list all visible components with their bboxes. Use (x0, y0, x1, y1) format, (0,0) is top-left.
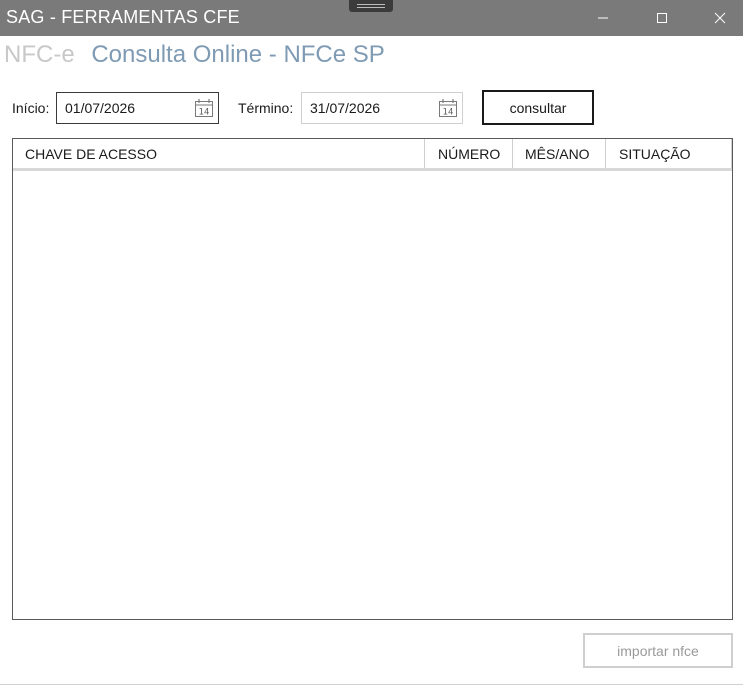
column-header-access-key[interactable]: CHAVE DE ACESSO (13, 139, 425, 168)
page-title: Consulta Online - NFCe SP (91, 41, 385, 68)
column-header-status[interactable]: SITUAÇÃO (606, 139, 732, 168)
title-bar[interactable]: SAG - FERRAMENTAS CFE (0, 0, 743, 36)
minimize-icon (598, 17, 608, 19)
end-date-value: 31/07/2026 (310, 100, 381, 116)
close-button[interactable] (697, 0, 743, 36)
end-date-picker[interactable]: 31/07/2026 14 (301, 92, 463, 124)
table-header: CHAVE DE ACESSO NÚMERO MÊS/ANO SITUAÇÃO (13, 139, 732, 171)
column-header-number[interactable]: NÚMERO (425, 139, 513, 168)
window-title: SAG - FERRAMENTAS CFE (6, 7, 240, 27)
column-header-label: NÚMERO (438, 146, 501, 162)
import-nfce-button[interactable]: importar nfce (583, 633, 733, 668)
heading-prefix: NFC-e (4, 41, 75, 68)
calendar-day-number: 14 (443, 108, 454, 118)
close-icon (714, 12, 726, 24)
start-date-label: Início: (12, 100, 50, 116)
drag-grip-icon[interactable] (349, 0, 393, 12)
calendar-icon[interactable]: 14 (438, 98, 458, 118)
app-window: SAG - FERRAMENTAS CFE NFC-e Consulta Onl… (0, 0, 743, 685)
maximize-button[interactable] (639, 0, 685, 36)
column-header-label: SITUAÇÃO (619, 146, 691, 162)
minimize-button[interactable] (580, 0, 626, 36)
column-header-label: MÊS/ANO (525, 146, 590, 162)
maximize-icon (657, 13, 667, 23)
page-heading: NFC-e Consulta Online - NFCe SP (4, 41, 385, 69)
start-date-picker[interactable]: 01/07/2026 14 (56, 92, 219, 124)
results-table[interactable]: CHAVE DE ACESSO NÚMERO MÊS/ANO SITUAÇÃO (12, 138, 733, 620)
column-header-month-year[interactable]: MÊS/ANO (513, 139, 606, 168)
calendar-day-number: 14 (199, 108, 210, 118)
start-date-value: 01/07/2026 (65, 100, 136, 116)
calendar-icon[interactable]: 14 (194, 98, 214, 118)
end-date-label: Término: (238, 100, 294, 116)
consult-button[interactable]: consultar (482, 90, 594, 125)
column-header-label: CHAVE DE ACESSO (25, 146, 158, 162)
